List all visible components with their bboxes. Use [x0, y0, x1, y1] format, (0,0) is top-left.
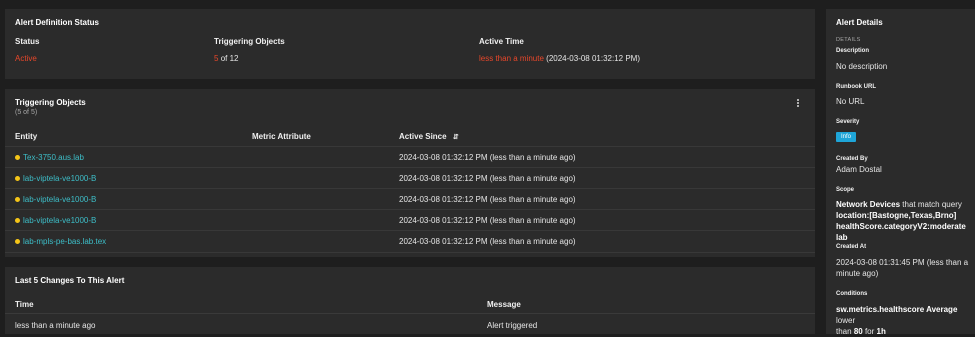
- triggering-objects-panel: Triggering Objects (5 of 5) Entity Metri…: [5, 89, 815, 257]
- table-row[interactable]: lab-viptela-ve1000-B 2024-03-08 01:32:12…: [5, 167, 815, 189]
- severity-badge: Info: [836, 132, 857, 142]
- entity-link[interactable]: lab-viptela-ve1000-B: [23, 195, 96, 204]
- entity-link[interactable]: lab-viptela-ve1000-B: [23, 174, 96, 183]
- created-by-label: Created By: [836, 156, 868, 162]
- column-metric-attribute[interactable]: Metric Attribute: [252, 132, 311, 141]
- column-message[interactable]: Message: [487, 300, 521, 309]
- active-time-label: Active Time: [479, 37, 524, 46]
- runbook-url-value: No URL: [836, 97, 865, 106]
- description-label: Description: [836, 48, 870, 54]
- triggering-objects-value: 5 of 12: [214, 54, 238, 63]
- table-divider: [5, 313, 815, 314]
- panel-title: Alert Definition Status: [15, 18, 100, 27]
- status-dot-icon: [15, 155, 20, 160]
- change-time-cell: less than a minute ago: [15, 321, 96, 330]
- table-row[interactable]: lab-mpls-pe-bas.lab.tex 2024-03-08 01:32…: [5, 230, 815, 253]
- conditions-than: than: [836, 327, 852, 336]
- scope-value: Network Devices that match query locatio…: [836, 199, 974, 243]
- active-since-cell: 2024-03-08 01:32:12 PM (less than a minu…: [399, 237, 576, 246]
- panel-title: Last 5 Changes To This Alert: [15, 276, 125, 285]
- conditions-for: for: [864, 327, 875, 336]
- created-by-value: Adam Dostal: [836, 165, 882, 174]
- conditions-line-2: than 80 for 1h: [836, 326, 974, 337]
- active-time-absolute: (2024-03-08 01:32:12 PM): [546, 54, 641, 63]
- sort-icon[interactable]: ⇵: [453, 134, 459, 141]
- active-since-cell: 2024-03-08 01:32:12 PM (less than a minu…: [399, 174, 576, 183]
- panel-subtitle: (5 of 5): [15, 109, 38, 116]
- panel-title: Triggering Objects: [15, 98, 86, 107]
- scope-query-1: location:[Bastogne,Texas,Brno]: [836, 211, 957, 220]
- column-active-since-label: Active Since: [399, 132, 447, 141]
- active-time-relative: less than a minute: [479, 54, 544, 63]
- scope-line-1: Network Devices that match query: [836, 199, 974, 210]
- conditions-threshold: 80: [853, 327, 863, 336]
- scope-label: Scope: [836, 187, 855, 193]
- status-dot-icon: [15, 176, 20, 181]
- active-time-value: less than a minute (2024-03-08 01:32:12 …: [479, 54, 640, 63]
- scope-entity: Network Devices: [836, 200, 901, 209]
- alert-definition-status-panel: Alert Definition Status Status Active Tr…: [5, 9, 815, 79]
- table-row[interactable]: Tex-3750.aus.lab 2024-03-08 01:32:12 PM …: [5, 146, 815, 168]
- panel-title: Alert Details: [836, 18, 883, 27]
- last-changes-panel: Last 5 Changes To This Alert Time Messag…: [5, 267, 815, 334]
- conditions-value: sw.metrics.healthscore Average lower tha…: [836, 304, 974, 337]
- created-at-line-2: minute ago): [836, 269, 879, 278]
- entity-link[interactable]: lab-viptela-ve1000-B: [23, 216, 96, 225]
- active-since-cell: 2024-03-08 01:32:12 PM (less than a minu…: [399, 153, 576, 162]
- entity-link[interactable]: lab-mpls-pe-bas.lab.tex: [23, 237, 106, 246]
- triggering-count: 5: [214, 54, 219, 63]
- entity-link[interactable]: Tex-3750.aus.lab: [23, 153, 84, 162]
- details-section-label: DETAILS: [836, 37, 861, 43]
- status-value: Active: [15, 54, 37, 63]
- conditions-metric: sw.metrics.healthscore Average: [836, 305, 958, 314]
- created-at-value: 2024-03-08 01:31:45 PM (less than a minu…: [836, 257, 974, 279]
- active-since-cell: 2024-03-08 01:32:12 PM (less than a minu…: [399, 216, 576, 225]
- description-value: No description: [836, 62, 888, 71]
- conditions-rest: lower: [836, 316, 856, 325]
- table-row[interactable]: lab-viptela-ve1000-B 2024-03-08 01:32:12…: [5, 188, 815, 210]
- created-at-label: Created At: [836, 244, 867, 250]
- runbook-url-label: Runbook URL: [836, 84, 876, 90]
- table-row[interactable]: lab-viptela-ve1000-B 2024-03-08 01:32:12…: [5, 209, 815, 231]
- active-since-cell: 2024-03-08 01:32:12 PM (less than a minu…: [399, 195, 576, 204]
- status-dot-icon: [15, 218, 20, 223]
- status-label: Status: [15, 37, 40, 46]
- change-message-cell: Alert triggered: [487, 321, 538, 330]
- status-dot-icon: [15, 197, 20, 202]
- created-at-line-1: 2024-03-08 01:31:45 PM (less than a: [836, 258, 969, 267]
- scope-rest: that match query: [902, 200, 962, 209]
- alert-details-panel: Alert Details DETAILS Description No des…: [826, 9, 975, 337]
- column-entity[interactable]: Entity: [15, 132, 37, 141]
- status-dot-icon: [15, 239, 20, 244]
- more-options-icon[interactable]: [795, 98, 801, 110]
- scope-query-2: healthScore.categoryV2:moderate lab: [836, 222, 966, 242]
- conditions-label: Conditions: [836, 291, 868, 297]
- severity-label: Severity: [836, 119, 860, 125]
- triggering-objects-label: Triggering Objects: [214, 37, 285, 46]
- triggering-total: of 12: [220, 54, 239, 63]
- column-active-since[interactable]: Active Since ⇵: [399, 132, 459, 141]
- conditions-line-1: sw.metrics.healthscore Average lower: [836, 304, 974, 326]
- column-time[interactable]: Time: [15, 300, 34, 309]
- conditions-duration: 1h: [876, 327, 886, 336]
